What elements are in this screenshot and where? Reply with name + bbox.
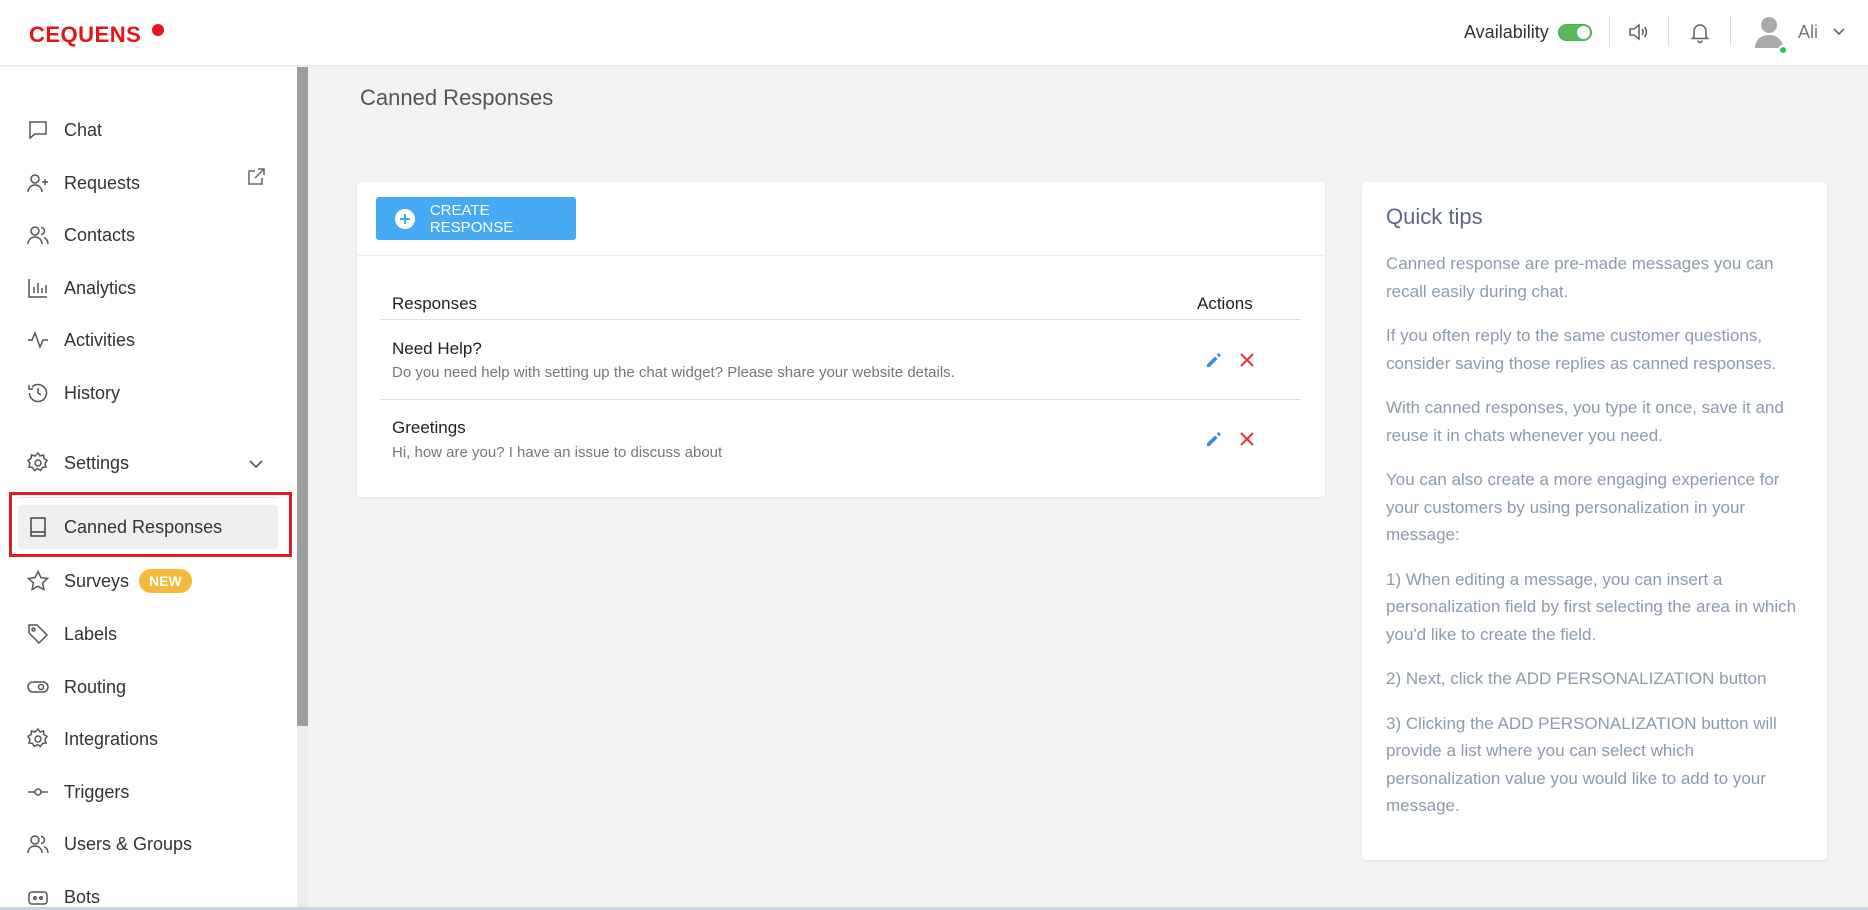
trigger-icon — [28, 788, 48, 796]
star-icon — [26, 569, 50, 591]
card-divider — [357, 255, 1325, 256]
bell-icon[interactable] — [1688, 20, 1712, 44]
chevron-down-icon[interactable] — [1832, 24, 1846, 38]
sidebar-item-label: Triggers — [64, 781, 130, 802]
sidebar-item-routing[interactable]: Routing — [18, 665, 278, 709]
contacts-icon — [27, 226, 49, 245]
sidebar-item-requests[interactable]: Requests — [18, 161, 278, 205]
history-icon — [28, 383, 48, 403]
activity-icon — [28, 330, 48, 350]
quick-tips-title: Quick tips — [1386, 204, 1483, 229]
sidebar-scrollbar[interactable] — [297, 67, 308, 726]
delete-x-icon[interactable] — [1238, 351, 1256, 369]
external-link-icon[interactable] — [244, 165, 268, 189]
gear-icon — [26, 451, 49, 472]
sidebar-item-label: Chat — [64, 119, 103, 140]
response-title: Greetings — [392, 418, 466, 437]
tip-paragraph: If you often reply to the same customer … — [1386, 326, 1777, 373]
plus-circle-icon — [395, 208, 415, 229]
logo-dot — [152, 24, 164, 36]
tip-paragraph: With canned responses, you type it once,… — [1386, 398, 1784, 445]
sidebar-item-label: Requests — [64, 172, 141, 193]
sidebar-scrollbar-track — [297, 726, 308, 910]
delete-x-icon[interactable] — [1238, 430, 1256, 448]
page-title: Canned Responses — [360, 85, 554, 110]
edit-pencil-icon[interactable] — [1204, 429, 1224, 449]
tip-paragraph: 2) Next, click the ADD PERSONALIZATION b… — [1386, 669, 1767, 688]
response-text: Do you need help with setting up the cha… — [392, 364, 955, 381]
sidebar: Chat Requests Contacts Analytics Activit… — [0, 67, 297, 910]
responses-card: CREATE RESPONSE Responses Actions Need H… — [357, 182, 1325, 497]
sidebar-item-users-groups[interactable]: Users & Groups — [18, 822, 278, 866]
tip-paragraph: 1) When editing a message, you can inser… — [1386, 569, 1797, 644]
response-text: Hi, how are you? I have an issue to disc… — [392, 444, 723, 461]
cequens-logo[interactable]: CEQUENS — [29, 22, 141, 48]
tag-icon — [28, 624, 49, 645]
quick-tips-panel: Quick tips Canned response are pre-made … — [1362, 182, 1827, 860]
header-divider — [1730, 16, 1731, 46]
bot-icon — [28, 891, 48, 905]
sidebar-item-label: Activities — [64, 329, 136, 350]
create-response-button[interactable]: CREATE RESPONSE — [376, 197, 576, 240]
availability-toggle[interactable] — [1558, 24, 1592, 41]
toggle-icon — [27, 681, 49, 693]
highlight-box — [9, 492, 292, 557]
sidebar-item-bots[interactable]: Bots — [18, 875, 278, 910]
chevron-down-icon[interactable] — [248, 456, 264, 472]
users-icon — [27, 835, 49, 854]
speaker-icon[interactable] — [1626, 20, 1650, 44]
gear-icon — [26, 727, 49, 748]
sidebar-item-label: Contacts — [64, 224, 136, 245]
tip-paragraph: You can also create a more engaging expe… — [1386, 470, 1780, 544]
sidebar-item-chat[interactable]: Chat — [18, 108, 278, 152]
create-response-label: CREATE RESPONSE — [429, 201, 514, 236]
tip-paragraph: Canned response are pre-made messages yo… — [1386, 254, 1774, 301]
chat-icon — [29, 121, 47, 140]
user-plus-icon — [27, 174, 48, 193]
sidebar-item-label: Bots — [64, 886, 101, 907]
table-row-divider — [381, 399, 1301, 400]
edit-pencil-icon[interactable] — [1204, 350, 1224, 370]
sidebar-item-label: History — [64, 382, 121, 403]
availability-label: Availability — [1464, 22, 1549, 42]
column-header-actions: Actions — [1197, 294, 1253, 313]
sidebar-item-triggers[interactable]: Triggers — [18, 770, 278, 814]
online-status-dot — [1778, 45, 1788, 55]
user-name[interactable]: Ali — [1798, 22, 1818, 43]
header-divider — [1609, 16, 1610, 46]
sidebar-item-label: Analytics — [64, 277, 137, 298]
sidebar-item-activities[interactable]: Activities — [18, 318, 278, 362]
sidebar-item-history[interactable]: History — [18, 371, 278, 415]
sidebar-item-labels[interactable]: Labels — [18, 612, 278, 656]
sidebar-item-surveys[interactable]: Surveys NEW — [18, 559, 278, 603]
bar-chart-icon — [28, 279, 47, 298]
sidebar-item-analytics[interactable]: Analytics — [18, 266, 278, 310]
table-header-divider — [381, 319, 1301, 320]
toggle-knob — [1577, 26, 1590, 39]
sidebar-item-contacts[interactable]: Contacts — [18, 213, 278, 257]
sidebar-item-label: Routing — [64, 676, 127, 697]
sidebar-item-label: Integrations — [64, 728, 159, 749]
tip-paragraph: 3) Clicking the ADD PERSONALIZATION butt… — [1386, 713, 1777, 816]
header-divider — [1668, 16, 1669, 46]
sidebar-item-label: Settings — [64, 452, 130, 473]
response-title: Need Help? — [392, 339, 482, 358]
sidebar-item-label: Surveys — [64, 570, 130, 591]
sidebar-item-label: Users & Groups — [64, 833, 193, 854]
sidebar-item-integrations[interactable]: Integrations — [18, 717, 278, 761]
column-header-responses: Responses — [392, 294, 478, 313]
sidebar-item-settings[interactable]: Settings — [18, 441, 278, 485]
sidebar-item-label: Labels — [64, 623, 118, 644]
top-header: CEQUENS Availability Ali — [0, 0, 1868, 66]
new-badge: NEW — [139, 569, 192, 593]
